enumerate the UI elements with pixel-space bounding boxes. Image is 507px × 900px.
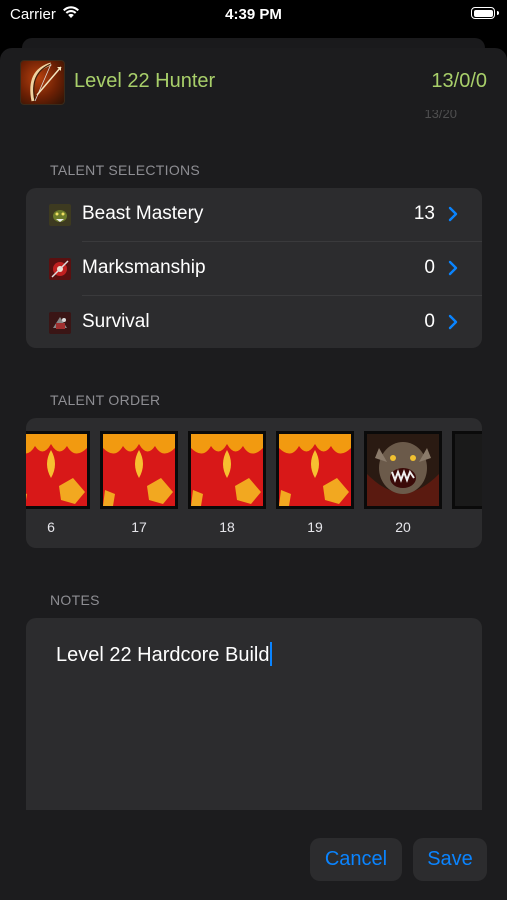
talent-row-survival[interactable]: Survival 0 (26, 296, 482, 349)
hunter-class-icon (20, 60, 65, 105)
roaring-beast-talent-icon[interactable] (364, 431, 442, 509)
notes-text-area[interactable]: Level 22 Hardcore Build (26, 618, 482, 810)
text-cursor (270, 642, 273, 666)
marksmanship-icon (49, 258, 71, 280)
talent-order-level: 19 (307, 519, 323, 535)
talent-tree-points: 0 (424, 311, 435, 332)
chevron-right-icon (448, 314, 458, 335)
talent-order-level: 6 (47, 519, 55, 535)
talent-order-heading: TALENT ORDER (50, 392, 161, 408)
notes-heading: NOTES (50, 592, 100, 608)
talent-points-summary: 13/0/0 (431, 70, 487, 92)
talent-order-level: 17 (131, 519, 147, 535)
status-time: 4:39 PM (225, 6, 282, 23)
talent-selections-heading: TALENT SELECTIONS (50, 162, 201, 178)
red-phoenix-talent-icon[interactable] (26, 431, 90, 509)
next-talent-icon[interactable] (452, 431, 482, 509)
notes-value[interactable]: Level 22 Hardcore Build (56, 642, 273, 667)
talent-order-level: 20 (395, 519, 411, 535)
talent-row-marksmanship[interactable]: Marksmanship 0 (26, 242, 482, 295)
survival-icon (49, 312, 71, 334)
talent-tree-label: Beast Mastery (82, 203, 204, 224)
red-phoenix-talent-icon[interactable] (276, 431, 354, 509)
build-title: Level 22 Hunter (74, 70, 216, 92)
cancel-button[interactable]: Cancel (310, 838, 402, 881)
talent-order-scroller[interactable]: 6 17 18 19 20 (26, 418, 482, 548)
talent-order-level: 18 (219, 519, 235, 535)
scrolled-points-text: 13/20 (424, 110, 457, 118)
beast-mastery-icon (49, 204, 71, 226)
red-phoenix-talent-icon[interactable] (100, 431, 178, 509)
sheet-header: Level 22 Hunter 13/0/0 13/20 (0, 48, 507, 118)
talent-tree-label: Survival (82, 311, 150, 332)
talent-selections-card: Beast Mastery 13 Marksmanship 0 Survival… (26, 188, 482, 348)
battery-icon (471, 7, 499, 19)
chevron-right-icon (448, 206, 458, 227)
red-phoenix-talent-icon[interactable] (188, 431, 266, 509)
talent-order-card[interactable]: 6 17 18 19 20 (26, 418, 482, 548)
talent-build-sheet: Level 22 Hunter 13/0/0 13/20 TALENT SELE… (0, 48, 507, 900)
status-bar: Carrier 4:39 PM (0, 0, 507, 30)
talent-tree-points: 13 (413, 203, 435, 224)
talent-tree-label: Marksmanship (82, 257, 206, 278)
talent-tree-points: 0 (424, 257, 435, 278)
talent-row-beast-mastery[interactable]: Beast Mastery 13 (26, 188, 482, 241)
save-button[interactable]: Save (413, 838, 487, 881)
chevron-right-icon (448, 260, 458, 281)
